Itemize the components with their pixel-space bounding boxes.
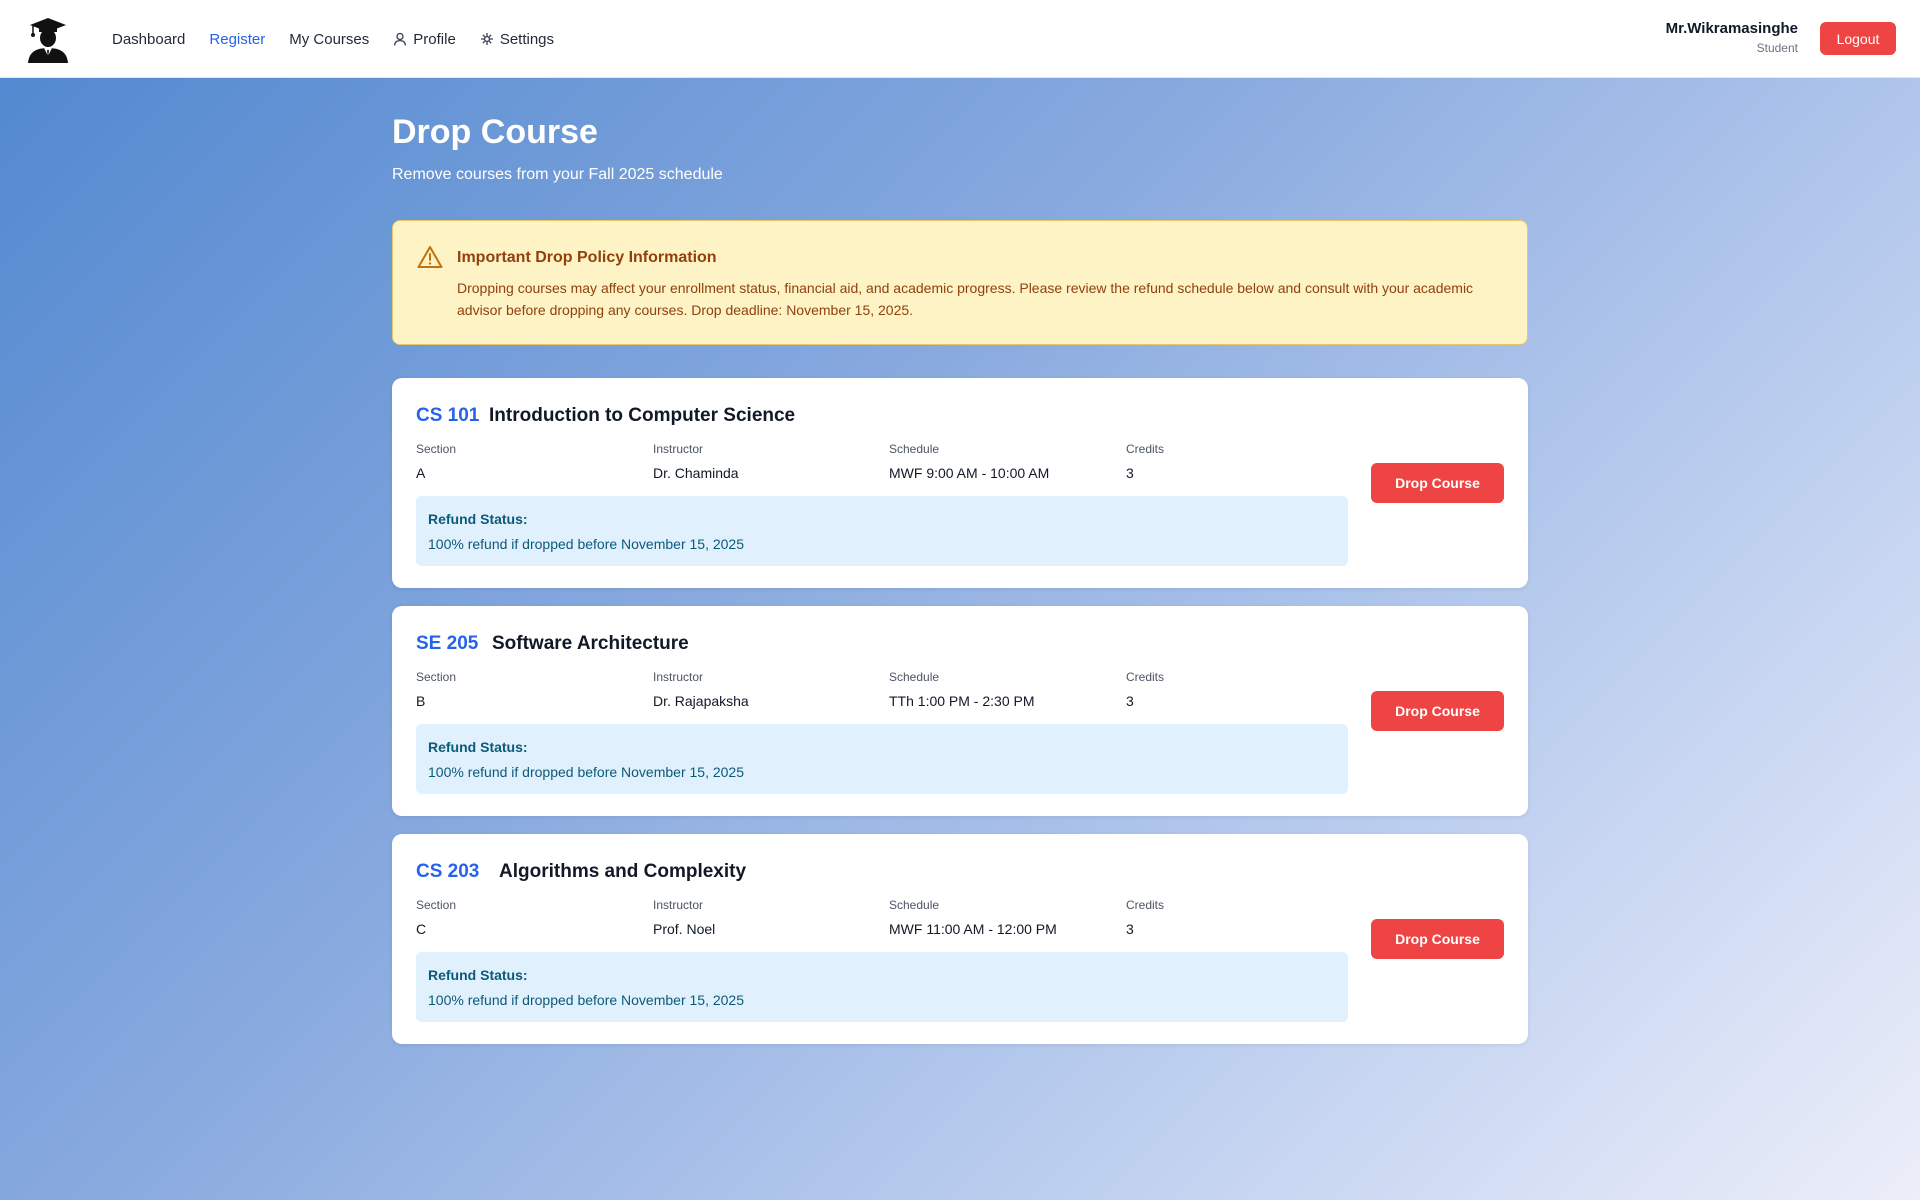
nav-my-courses[interactable]: My Courses (289, 31, 369, 48)
nav-dashboard-label: Dashboard (112, 30, 186, 48)
credits-value: 3 (1126, 921, 1134, 937)
instructor-label: Instructor (653, 898, 704, 912)
schedule-value: MWF 11:00 AM - 12:00 PM (889, 921, 1057, 937)
instructor-value: Dr. Chaminda (653, 465, 739, 481)
section-value: A (416, 465, 426, 481)
warning-icon (417, 246, 443, 268)
schedule-value: MWF 9:00 AM - 10:00 AM (889, 465, 1050, 481)
nav-register-label: Register (209, 30, 266, 48)
drop-course-button[interactable]: Drop Course (1371, 463, 1504, 503)
alert-title: Important Drop Policy Information (457, 249, 717, 266)
section-value: C (416, 921, 427, 937)
course-card-cs203: CS 203 Algorithms and Complexity Section… (392, 834, 1528, 1044)
page-subtitle: Remove courses from your Fall 2025 sched… (392, 166, 723, 183)
course-code: SE 205 (416, 633, 479, 654)
nav-dashboard[interactable]: Dashboard (112, 31, 185, 48)
course-code: CS 101 (416, 405, 480, 426)
refund-status-label: Refund Status: (428, 511, 528, 527)
refund-status-text: 100% refund if dropped before November 1… (428, 536, 744, 552)
instructor-value: Dr. Rajapaksha (653, 693, 749, 709)
course-name: Algorithms and Complexity (499, 861, 747, 882)
nav-register[interactable]: Register (209, 31, 265, 48)
top-navigation-bar: Dashboard Register My Courses Profile Se… (0, 0, 1920, 78)
refund-status-label: Refund Status: (428, 739, 528, 755)
credits-value: 3 (1126, 465, 1134, 481)
credits-label: Credits (1126, 898, 1165, 912)
user-role: Student (1756, 41, 1798, 55)
course-card-cs101: CS 101 Introduction to Computer Science … (392, 378, 1528, 588)
schedule-label: Schedule (889, 898, 940, 912)
alert-text: Dropping courses may affect your enrollm… (457, 280, 1474, 318)
instructor-label: Instructor (653, 442, 704, 456)
refund-status-text: 100% refund if dropped before November 1… (428, 764, 744, 780)
schedule-label: Schedule (889, 670, 940, 684)
nav-settings-label: Settings (499, 30, 555, 48)
user-icon (394, 32, 407, 46)
credits-value: 3 (1126, 693, 1134, 709)
nav-my-courses-label: My Courses (289, 30, 370, 48)
nav-profile[interactable]: Profile (393, 31, 456, 48)
refund-status-label: Refund Status: (428, 967, 528, 983)
drop-course-button[interactable]: Drop Course (1371, 691, 1504, 731)
course-code: CS 203 (416, 861, 480, 882)
logout-button[interactable]: Logout (1820, 22, 1896, 55)
refund-status-text: 100% refund if dropped before November 1… (428, 992, 744, 1008)
page-title: Drop Course (392, 113, 598, 151)
credits-label: Credits (1126, 670, 1165, 684)
course-name: Software Architecture (492, 633, 689, 654)
nav-profile-label: Profile (413, 30, 456, 48)
settings-icon (480, 33, 493, 45)
refund-status-box: Refund Status: 100% refund if dropped be… (416, 724, 1348, 794)
drop-policy-alert: Important Drop Policy Information Droppi… (392, 220, 1528, 345)
graduate-logo-icon[interactable] (24, 15, 72, 63)
course-name: Introduction to Computer Science (489, 405, 796, 426)
schedule-label: Schedule (889, 442, 940, 456)
section-label: Section (416, 442, 457, 456)
user-info: Mr.Wikramasinghe Student (1666, 20, 1798, 55)
schedule-value: TTh 1:00 PM - 2:30 PM (889, 693, 1035, 709)
section-label: Section (416, 898, 457, 912)
drop-course-button[interactable]: Drop Course (1371, 919, 1504, 959)
main-nav: Dashboard Register My Courses Profile Se… (112, 0, 554, 78)
section-label: Section (416, 670, 457, 684)
credits-label: Credits (1126, 442, 1165, 456)
refund-status-box: Refund Status: 100% refund if dropped be… (416, 496, 1348, 566)
instructor-label: Instructor (653, 670, 704, 684)
instructor-value: Prof. Noel (653, 921, 716, 937)
nav-settings[interactable]: Settings (480, 31, 554, 48)
refund-status-box: Refund Status: 100% refund if dropped be… (416, 952, 1348, 1022)
course-card-se205: SE 205 Software Architecture Section Ins… (392, 606, 1528, 816)
section-value: B (416, 693, 426, 709)
user-name: Mr.Wikramasinghe (1665, 20, 1798, 37)
